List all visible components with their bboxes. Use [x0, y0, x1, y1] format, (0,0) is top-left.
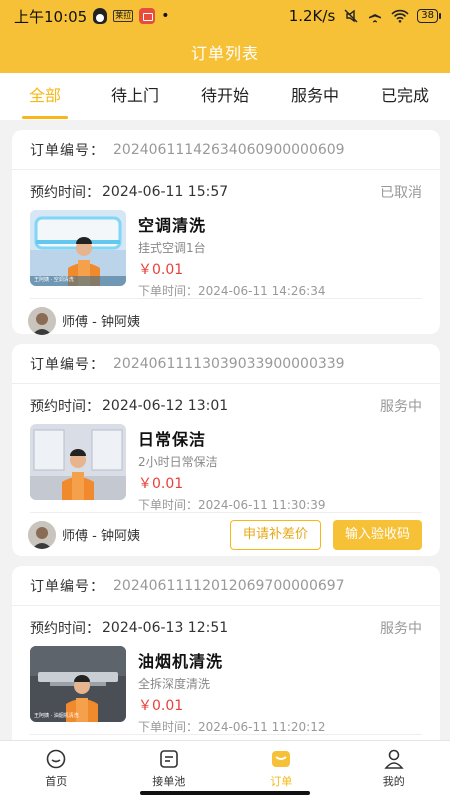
order-number: 20240611112012069700000697	[113, 577, 345, 594]
service-price: ￥0.01	[138, 262, 184, 278]
service-row[interactable]: 王阿姨 · 空调清洗 空调清洗 挂式空调1台 ￥0.01 下单时间：2024-0…	[12, 210, 440, 298]
appointment-label: 预约时间：	[30, 185, 100, 201]
service-thumbnail: 王阿姨 · 油烟机清洗	[30, 646, 126, 722]
order-card[interactable]: 订单编号： 20240611142634060900000609 预约时间： 2…	[12, 130, 440, 335]
order-list[interactable]: 订单编号： 20240611142634060900000609 预约时间： 2…	[0, 120, 450, 740]
thumbnail-caption: 王阿姨 · 空调清洗	[34, 277, 74, 283]
enter-acceptance-code-button[interactable]: 输入验收码	[332, 519, 422, 550]
tab-pending-start[interactable]: 待开始	[180, 73, 270, 120]
order-time: 下单时间：2024-06-11 11:20:12	[138, 718, 325, 735]
nav-home[interactable]: 首页	[0, 741, 113, 800]
more-dot: •	[161, 8, 170, 24]
nav-home-label: 首页	[45, 775, 68, 788]
service-name: 日常保洁	[138, 430, 207, 449]
order-icon	[272, 751, 291, 767]
order-status: 已取消	[380, 185, 422, 201]
worker-name: 师傅 - 钟阿姨	[62, 315, 140, 330]
tab-pending-visit[interactable]: 待上门	[90, 73, 180, 120]
service-name: 空调清洗	[138, 216, 207, 235]
avatar	[28, 520, 56, 549]
tab-in-service[interactable]: 服务中	[270, 73, 360, 120]
appointment-time: 2024-06-13 12:51	[102, 620, 229, 636]
order-number-row: 订单编号： 20240611113039033900000339	[12, 344, 440, 384]
status-bar: 上午10:05 莱拉 • 1.2K/s 38	[0, 0, 450, 32]
service-price: ￥0.01	[138, 476, 184, 492]
order-time-value: 2024-06-11 11:20:12	[198, 720, 326, 734]
order-time-label: 下单时间：	[138, 720, 199, 734]
appointment-row: 预约时间： 2024-06-12 13:01 服务中	[12, 388, 440, 424]
nav-profile[interactable]: 我的	[338, 741, 450, 800]
order-number: 20240611142634060900000609	[113, 141, 345, 158]
order-status: 服务中	[380, 399, 422, 415]
appointment-label: 预约时间：	[30, 621, 100, 637]
profile-icon	[384, 749, 404, 769]
card-footer: 师傅 - 钟阿姨 申请补差价 输入验收码	[28, 512, 422, 556]
order-number-label: 订单编号：	[30, 578, 105, 595]
service-desc: 全拆深度清洗	[138, 677, 211, 691]
home-indicator[interactable]	[140, 791, 310, 795]
nav-orders-label: 订单	[270, 775, 293, 788]
penguin-icon	[93, 8, 108, 24]
app-badge-icon: 莱拉	[113, 10, 134, 22]
request-price-difference-button[interactable]: 申请补差价	[229, 519, 321, 550]
service-thumbnail	[30, 424, 126, 500]
order-number-label: 订单编号：	[30, 142, 105, 159]
page-title: 订单列表	[190, 44, 259, 63]
appointment-row: 预约时间： 2024-06-11 15:57 已取消	[12, 174, 440, 210]
mute-icon	[344, 9, 358, 23]
tab-completed[interactable]: 已完成	[360, 73, 450, 120]
order-time-label: 下单时间：	[138, 498, 199, 512]
order-tabs: 全部 待上门 待开始 服务中 已完成	[0, 73, 450, 120]
status-time: 上午10:05	[14, 7, 88, 26]
pool-icon	[159, 750, 178, 768]
battery-icon: 38	[417, 9, 441, 23]
service-name: 油烟机清洗	[138, 652, 224, 671]
worker-name: 师傅 - 钟阿姨	[62, 529, 140, 544]
order-card[interactable]: 订单编号： 20240611113039033900000339 预约时间： 2…	[12, 344, 440, 556]
order-status: 服务中	[380, 621, 422, 637]
service-desc: 挂式空调1台	[138, 241, 206, 255]
appointment-time: 2024-06-11 15:57	[102, 184, 229, 200]
order-number-row: 订单编号： 20240611112012069700000697	[12, 566, 440, 606]
order-time: 下单时间：2024-06-11 11:30:39	[138, 496, 325, 513]
appointment-label: 预约时间：	[30, 399, 100, 415]
avatar	[28, 306, 56, 335]
red-app-icon	[139, 8, 156, 24]
service-row[interactable]: 王阿姨 · 油烟机清洗 油烟机清洗 全拆深度清洗 ￥0.01 下单时间：2024…	[12, 646, 440, 734]
app-header: 上午10:05 莱拉 • 1.2K/s 38 订单列表	[0, 0, 450, 73]
order-time-value: 2024-06-11 14:26:34	[198, 284, 326, 298]
nav-profile-label: 我的	[382, 775, 405, 788]
order-time-label: 下单时间：	[138, 284, 199, 298]
wifi-icon	[391, 9, 409, 23]
order-card[interactable]: 订单编号： 20240611112012069700000697 预约时间： 2…	[12, 566, 440, 740]
order-time-value: 2024-06-11 11:30:39	[198, 498, 326, 512]
service-price: ￥0.01	[138, 698, 184, 714]
tab-all[interactable]: 全部	[0, 73, 90, 120]
thumbnail-caption: 王阿姨 · 油烟机清洗	[34, 713, 79, 719]
airplane-icon	[369, 9, 382, 23]
appointment-time: 2024-06-12 13:01	[102, 398, 229, 414]
order-number: 20240611113039033900000339	[113, 355, 345, 372]
service-row[interactable]: 日常保洁 2小时日常保洁 ￥0.01 下单时间：2024-06-11 11:30…	[12, 424, 440, 512]
home-icon	[46, 749, 66, 769]
service-thumbnail: 王阿姨 · 空调清洗	[30, 210, 126, 286]
card-footer: 师傅 - 钟阿姨	[28, 298, 422, 342]
order-number-row: 订单编号： 20240611142634060900000609	[12, 130, 440, 170]
order-number-label: 订单编号：	[30, 356, 105, 373]
appointment-row: 预约时间： 2024-06-13 12:51 服务中	[12, 610, 440, 646]
service-desc: 2小时日常保洁	[138, 455, 218, 469]
network-speed: 1.2K/s	[288, 7, 336, 25]
order-time: 下单时间：2024-06-11 14:26:34	[138, 282, 325, 299]
nav-pool-label: 接单池	[152, 775, 186, 788]
